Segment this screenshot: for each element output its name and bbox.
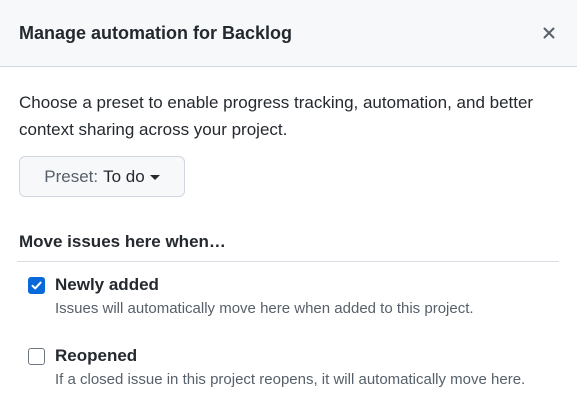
newly-added-checkbox[interactable]	[28, 277, 45, 294]
intro-text: Choose a preset to enable progress track…	[19, 93, 534, 139]
dialog-title: Manage automation for Backlog	[19, 23, 293, 43]
dialog-header: Manage automation for Backlog	[0, 0, 577, 67]
option-label: Newly added	[55, 275, 159, 294]
section-heading: Move issues here when…	[19, 232, 226, 251]
close-button[interactable]	[537, 21, 561, 45]
manage-automation-dialog: Manage automation for Backlog Choose a p…	[0, 0, 577, 420]
option-description: Issues will automatically move here when…	[55, 300, 474, 317]
preset-dropdown-button[interactable]: Preset: To do	[19, 156, 185, 197]
option-description: If a closed issue in this project reopen…	[55, 371, 526, 388]
preset-prefix: Preset:	[44, 166, 99, 186]
reopened-checkbox[interactable]	[28, 348, 45, 365]
checkmark-icon	[31, 281, 42, 290]
caret-down-icon	[149, 175, 160, 180]
section-divider	[17, 261, 559, 262]
close-icon	[543, 27, 555, 39]
preset-value: To do	[103, 166, 145, 186]
option-label: Reopened	[55, 346, 138, 365]
